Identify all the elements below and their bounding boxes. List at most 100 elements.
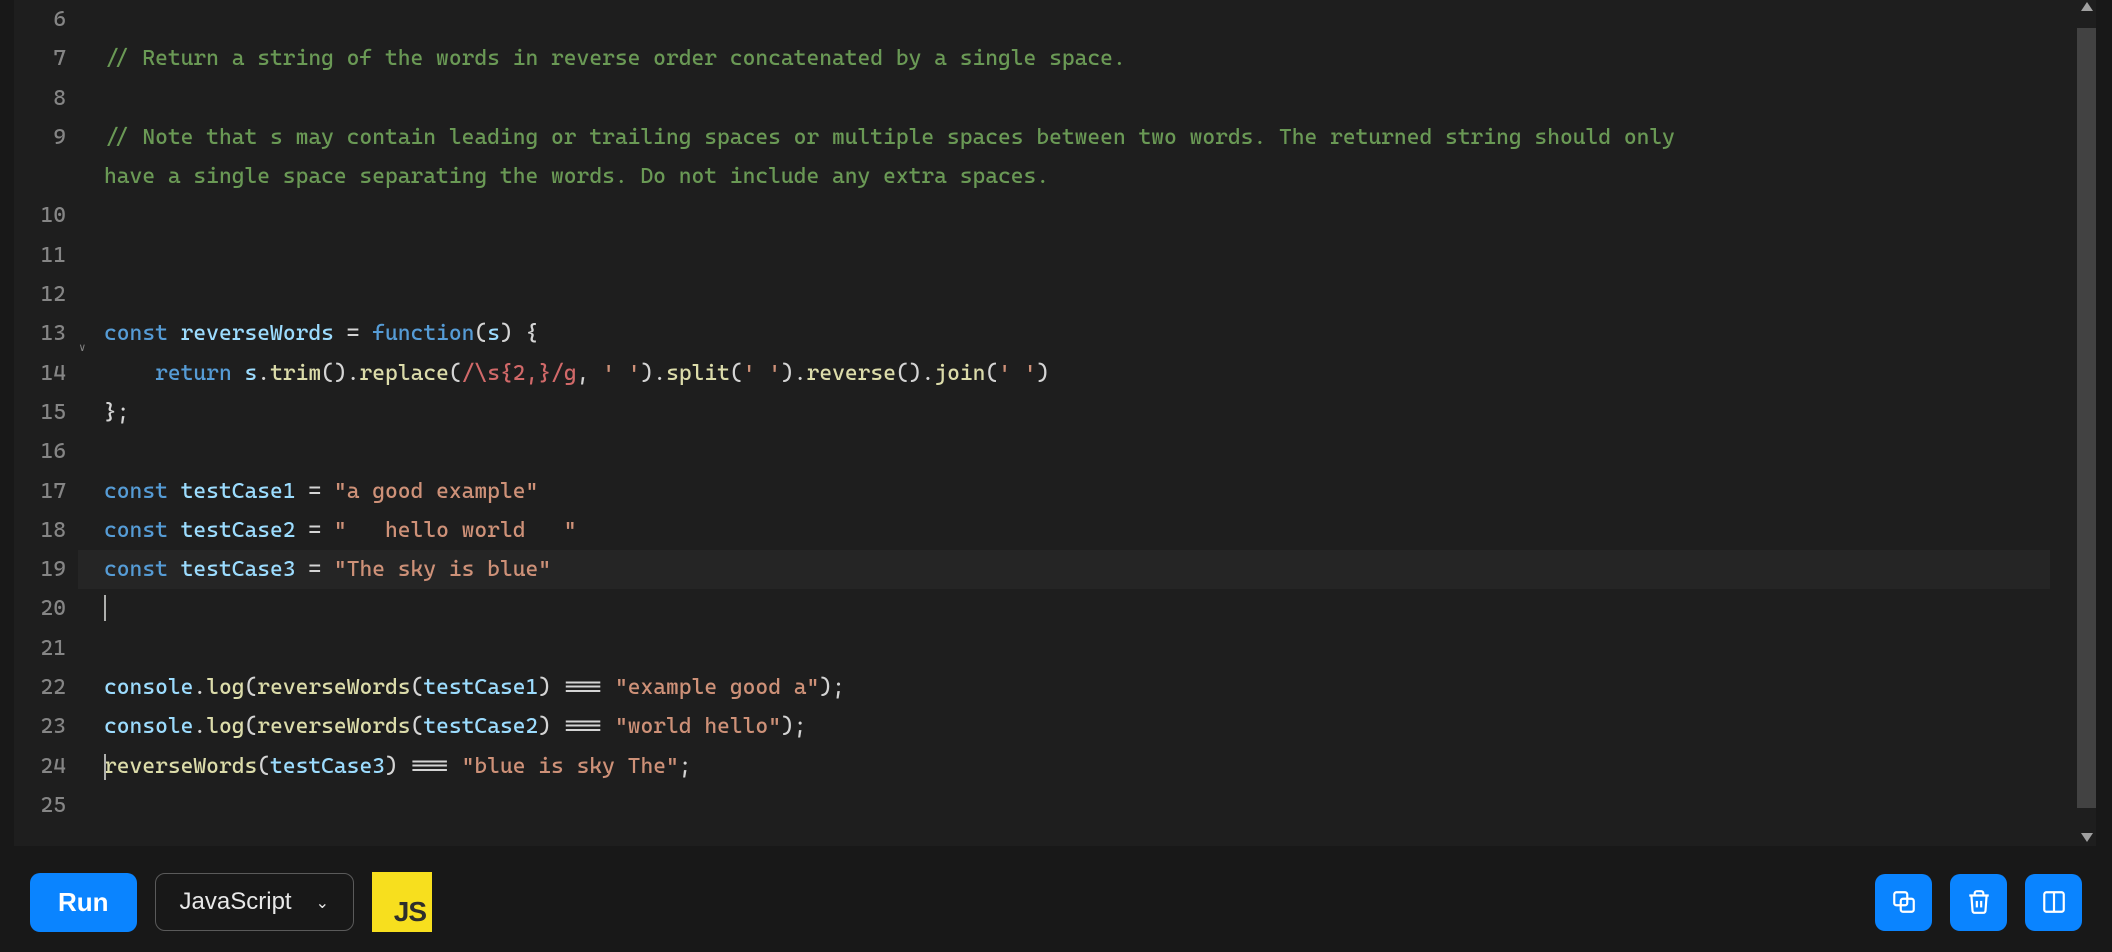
code-line[interactable]: have a single space separating the words…: [104, 157, 2096, 196]
line-number: 11: [14, 236, 78, 275]
delete-button[interactable]: [1950, 874, 2007, 931]
code-token: " hello world ": [334, 518, 577, 543]
code-token: (: [411, 675, 424, 700]
code-token: console: [104, 714, 193, 739]
code-token: function: [372, 321, 474, 346]
code-line[interactable]: const testCase2 = " hello world ": [104, 511, 2096, 550]
code-token: (: [257, 754, 270, 779]
code-token: testCase1: [423, 675, 538, 700]
line-number: 7: [14, 39, 78, 78]
code-token: replace: [360, 361, 449, 386]
code-token: reverseWords: [181, 321, 334, 346]
line-number: 20: [14, 589, 78, 628]
code-token: [168, 557, 181, 582]
code-token: split: [666, 361, 730, 386]
code-token: // Note that s may contain leading or tr…: [104, 125, 1675, 150]
code-token: (: [730, 361, 743, 386]
code-token: "example good a": [615, 675, 819, 700]
code-line[interactable]: [104, 79, 2096, 118]
code-editor[interactable]: 678910111213141516171819202122232425 // …: [14, 0, 2096, 846]
code-line[interactable]: console.log(reverseWords(testCase1) === …: [104, 668, 2096, 707]
code-token: ().: [321, 361, 359, 386]
code-token: =: [296, 557, 334, 582]
code-token: =: [296, 479, 334, 504]
code-token: testCase3: [181, 557, 296, 582]
code-token: testCase2: [423, 714, 538, 739]
code-line[interactable]: // Note that s may contain leading or tr…: [104, 118, 2096, 157]
code-token: ().: [896, 361, 934, 386]
code-line[interactable]: [104, 432, 2096, 471]
code-line[interactable]: [104, 629, 2096, 668]
code-token: (: [245, 675, 258, 700]
code-token: reverseWords: [104, 754, 257, 779]
code-token: testCase1: [181, 479, 296, 504]
code-line[interactable]: [104, 786, 2096, 825]
copy-icon: [1891, 889, 1917, 915]
code-line[interactable]: // Return a string of the words in rever…: [104, 39, 2096, 78]
code-line[interactable]: };: [104, 393, 2096, 432]
code-line[interactable]: [104, 589, 2096, 628]
code-line[interactable]: return s.trim().replace(/\s{2,}/g, ' ').…: [104, 354, 2096, 393]
code-line[interactable]: const reverseWords = function(s) {: [104, 314, 2096, 353]
code-token: return: [155, 361, 232, 386]
line-number-gutter: 678910111213141516171819202122232425: [14, 0, 78, 846]
line-number: 6: [14, 0, 78, 39]
code-token: console: [104, 675, 193, 700]
code-line[interactable]: [104, 236, 2096, 275]
trash-icon: [1966, 889, 1992, 915]
code-token: const: [104, 321, 168, 346]
line-number: 12: [14, 275, 78, 314]
code-token: /\s{2,}/g: [462, 361, 577, 386]
split-panel-button[interactable]: [2025, 874, 2082, 931]
copy-button[interactable]: [1875, 874, 1932, 931]
vertical-scrollbar[interactable]: [2077, 0, 2096, 846]
code-line[interactable]: [104, 275, 2096, 314]
code-token: ) ===: [385, 754, 462, 779]
code-token: (: [474, 321, 487, 346]
code-token: ).: [781, 361, 807, 386]
line-number: 25: [14, 786, 78, 825]
code-line[interactable]: const testCase3 = "The sky is blue": [78, 550, 2050, 589]
code-token: ) ===: [538, 714, 615, 739]
code-token: join: [934, 361, 985, 386]
line-number: 9: [14, 118, 78, 157]
code-token: (: [245, 714, 258, 739]
line-number: 21: [14, 629, 78, 668]
code-line[interactable]: const testCase1 = "a good example": [104, 472, 2096, 511]
code-token: // Return a string of the words in rever…: [104, 46, 1126, 71]
scroll-down-arrow-icon[interactable]: [2081, 833, 2093, 842]
code-line[interactable]: [104, 196, 2096, 235]
code-token: );: [819, 675, 845, 700]
scroll-thumb[interactable]: [2077, 28, 2096, 808]
code-line[interactable]: reverseWords(testCase3) === "blue is sky…: [104, 747, 2096, 786]
code-token: [168, 518, 181, 543]
code-token: .: [193, 714, 206, 739]
javascript-badge-icon: JS: [372, 872, 432, 932]
line-number: 16: [14, 432, 78, 471]
code-token: ) {: [500, 321, 538, 346]
code-line[interactable]: [104, 0, 2096, 39]
line-number: 15: [14, 393, 78, 432]
code-token: log: [206, 675, 244, 700]
line-number: 22: [14, 668, 78, 707]
language-select[interactable]: JavaScript ⌄: [155, 873, 354, 931]
run-button[interactable]: Run: [30, 873, 137, 932]
code-token: reverse: [807, 361, 896, 386]
code-token: [232, 361, 245, 386]
code-token: };: [104, 400, 130, 425]
line-number: 18: [14, 511, 78, 550]
code-token: ' ': [998, 361, 1036, 386]
code-token: testCase2: [181, 518, 296, 543]
code-line[interactable]: console.log(reverseWords(testCase2) === …: [104, 707, 2096, 746]
code-token: const: [104, 518, 168, 543]
code-content[interactable]: // Return a string of the words in rever…: [78, 0, 2096, 846]
code-token: log: [206, 714, 244, 739]
code-token: [104, 361, 155, 386]
code-token: );: [781, 714, 807, 739]
code-token: reverseWords: [257, 675, 410, 700]
scroll-up-arrow-icon[interactable]: [2081, 2, 2093, 11]
code-token: [168, 479, 181, 504]
line-number: 24: [14, 747, 78, 786]
code-token: ): [1037, 361, 1050, 386]
line-number: 23: [14, 707, 78, 746]
